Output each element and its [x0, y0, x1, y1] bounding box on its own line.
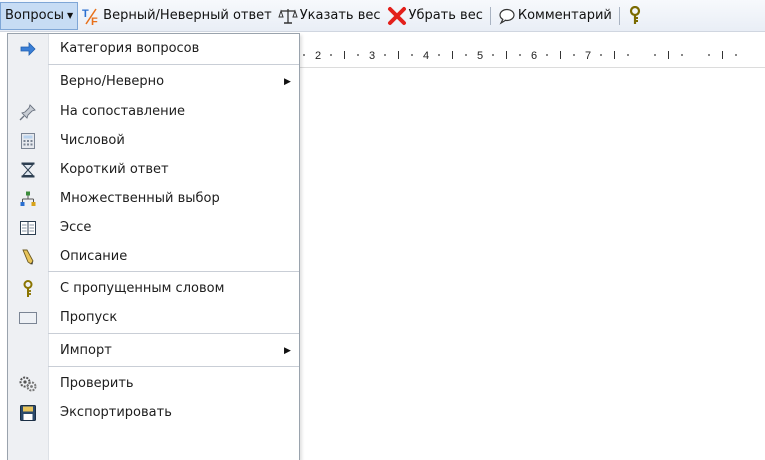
menu-item-label: Числовой [60, 133, 125, 148]
menu-item-true-false[interactable]: Верно/Неверно ▶ [8, 67, 299, 96]
menu-item-essay[interactable]: Эссе [8, 213, 299, 242]
ruler-dot [465, 54, 467, 56]
menu-item-label: Множественный выбор [60, 191, 220, 206]
menu-item-short-answer[interactable]: Короткий ответ [8, 155, 299, 184]
floppy-disk-icon [18, 403, 38, 423]
questions-dropdown-menu: Категория вопросов Верно/Неверно ▶ На со… [7, 33, 300, 460]
svg-text:T: T [82, 8, 89, 20]
menu-item-label: Эссе [60, 220, 92, 235]
ruler-number: 2 [315, 50, 321, 62]
menu-item-label: С пропущенным словом [60, 281, 225, 296]
questions-menu-label: Вопросы [5, 8, 64, 23]
open-book-icon [18, 218, 38, 238]
menu-item-label: Пропуск [60, 310, 118, 325]
true-false-icon: T F [81, 6, 101, 26]
menu-item-label: Верно/Неверно [60, 74, 165, 89]
ruler-dot [492, 54, 494, 56]
menu-item-question-category[interactable]: Категория вопросов [8, 34, 299, 63]
questions-menu-button[interactable]: Вопросы ▼ [0, 1, 79, 30]
menu-item-label: Экспортировать [60, 405, 172, 420]
set-weight-label: Указать вес [299, 8, 381, 23]
key-icon [627, 5, 643, 26]
ruler-dot [330, 54, 332, 56]
submenu-arrow-icon: ▶ [284, 76, 291, 87]
ruler-graphic: 2 3 4 5 6 7 [303, 50, 737, 62]
gears-icon [18, 374, 38, 394]
menu-item-import[interactable]: Импорт ▶ [8, 336, 299, 365]
ruler-dot [627, 54, 629, 56]
ruler-dot [654, 54, 656, 56]
ruler-dot [519, 54, 521, 56]
comment-bubble-icon [498, 7, 516, 25]
pencil-icon [18, 247, 38, 267]
comment-label: Комментарий [517, 8, 612, 23]
blank-rectangle-icon [18, 308, 38, 328]
svg-text:F: F [91, 16, 98, 26]
scales-icon [278, 6, 298, 26]
ruler-number: 6 [531, 50, 537, 62]
pin-icon [18, 102, 38, 122]
red-x-icon [387, 6, 407, 26]
menu-item-export[interactable]: Экспортировать [8, 398, 299, 427]
ruler-dot [411, 54, 413, 56]
ruler-dot [384, 54, 386, 56]
ruler-dot [303, 54, 305, 56]
ruler-number: 3 [369, 50, 375, 62]
menu-divider [48, 333, 299, 334]
hierarchy-icon [18, 189, 38, 209]
key-button[interactable] [624, 4, 648, 28]
menu-item-label: Импорт [60, 343, 112, 358]
true-false-button[interactable]: T F Верный/Неверный ответ [78, 4, 275, 28]
menu-item-numeric[interactable]: Числовой [8, 126, 299, 155]
menu-item-fill-in-blank[interactable]: С пропущенным словом [8, 274, 299, 303]
toolbar-separator [489, 6, 491, 25]
ruler-dot [600, 54, 602, 56]
menu-item-label: На сопоставление [60, 104, 186, 119]
ruler-dot [708, 54, 710, 56]
menu-divider [48, 271, 299, 272]
ruler-number: 5 [477, 50, 483, 62]
ruler-number: 7 [585, 50, 591, 62]
menu-item-gap[interactable]: Пропуск [8, 303, 299, 332]
menu-item-matching[interactable]: На сопоставление [8, 97, 299, 126]
calculator-icon [18, 131, 38, 151]
remove-weight-label: Убрать вес [408, 8, 483, 23]
ruler-dot [546, 54, 548, 56]
ruler-dot [438, 54, 440, 56]
menu-divider [48, 366, 299, 367]
menu-item-multiple-choice[interactable]: Множественный выбор [8, 184, 299, 213]
set-weight-button[interactable]: Указать вес [275, 4, 384, 28]
ruler-dot [357, 54, 359, 56]
menu-item-label: Описание [60, 249, 128, 264]
key-icon [18, 279, 38, 299]
hourglass-icon [18, 160, 38, 180]
ruler-dot [735, 54, 737, 56]
toolbar-separator [618, 6, 620, 25]
submenu-arrow-icon: ▶ [284, 345, 291, 356]
menu-item-label: Короткий ответ [60, 162, 169, 177]
ruler: 2 3 4 5 6 7 [296, 43, 765, 68]
menu-item-check[interactable]: Проверить [8, 369, 299, 398]
ruler-dot [573, 54, 575, 56]
menu-item-label: Категория вопросов [60, 41, 200, 56]
ruler-number: 4 [423, 50, 429, 62]
comment-button[interactable]: Комментарий [495, 4, 615, 28]
true-false-label: Верный/Неверный ответ [103, 8, 272, 23]
chevron-down-icon: ▼ [67, 11, 74, 20]
menu-item-description[interactable]: Описание [8, 242, 299, 271]
menu-divider [48, 64, 299, 65]
ruler-dot [681, 54, 683, 56]
remove-weight-button[interactable]: Убрать вес [384, 4, 486, 28]
toolbar: Вопросы ▼ T F Верный/Неверный ответ Указ… [0, 0, 765, 32]
menu-item-label: Проверить [60, 376, 134, 391]
arrow-right-icon [18, 39, 38, 59]
